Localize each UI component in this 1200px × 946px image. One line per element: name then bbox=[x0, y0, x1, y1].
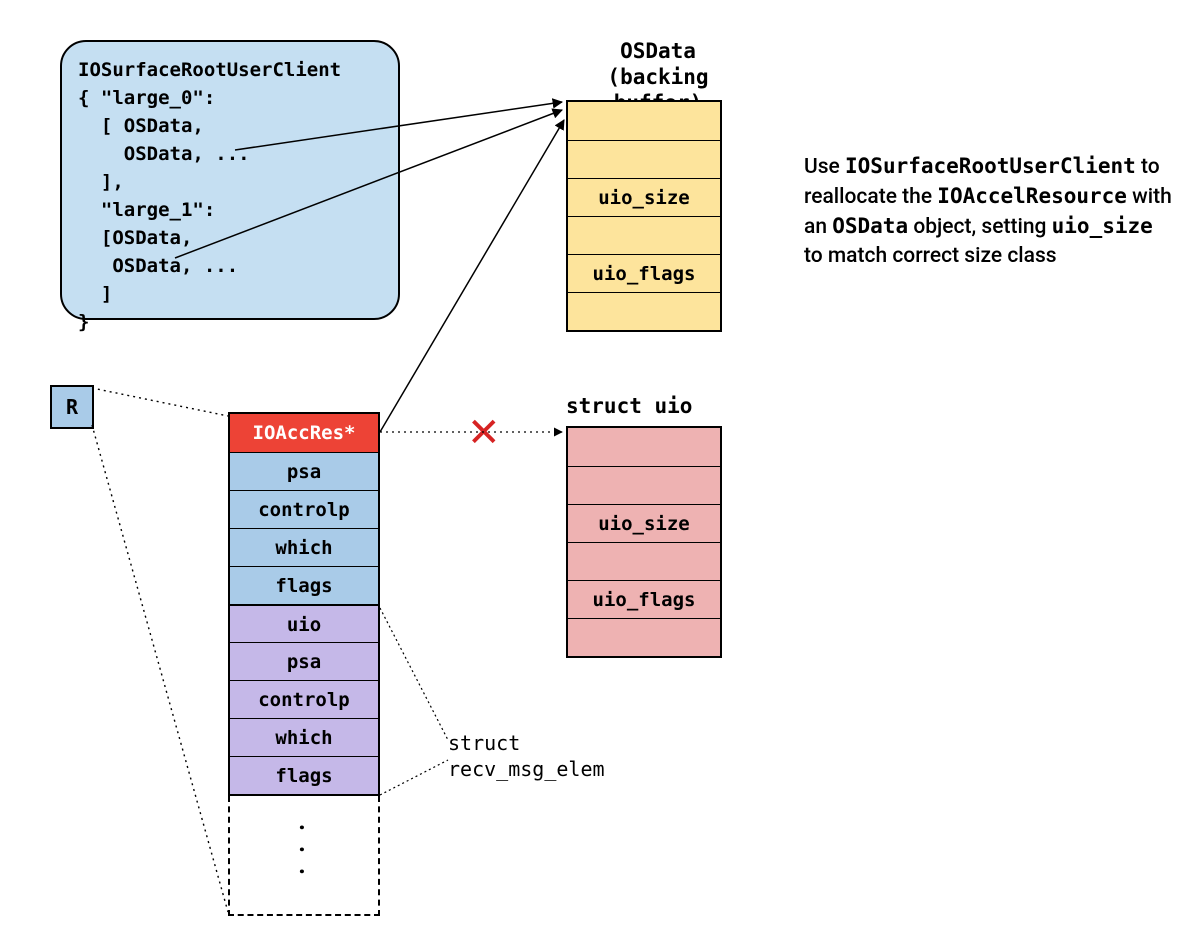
code-line: ] bbox=[78, 283, 112, 305]
code-line: } bbox=[78, 311, 89, 333]
osdata-block: uio_size uio_flags bbox=[566, 100, 722, 332]
osdata-cell bbox=[568, 102, 720, 140]
uio-cell-uio-flags: uio_flags bbox=[568, 580, 720, 618]
explain-code: OSData bbox=[832, 214, 908, 238]
stack-cell-controlp-2: controlp bbox=[230, 680, 378, 718]
stack-cell-which-2: which bbox=[230, 718, 378, 756]
uio-cell-uio-size: uio_size bbox=[568, 504, 720, 542]
stack-cell-uio: uio bbox=[230, 604, 378, 642]
uio-cell bbox=[568, 466, 720, 504]
code-line: "large_1": bbox=[78, 199, 215, 221]
code-line: ], bbox=[78, 171, 124, 193]
iosurface-code-block: IOSurfaceRootUserClient { "large_0": [ O… bbox=[60, 40, 400, 320]
uio-cell bbox=[568, 428, 720, 466]
recv-label-line1: struct bbox=[448, 731, 520, 755]
explain-code: IOAccelResource bbox=[937, 184, 1127, 208]
explain-text: to match correct size class bbox=[804, 244, 1057, 268]
explain-code: uio_size bbox=[1052, 214, 1153, 238]
red-x-icon: ✕ bbox=[467, 409, 501, 456]
uio-cell bbox=[568, 542, 720, 580]
osdata-cell-uio-size: uio_size bbox=[568, 178, 720, 216]
osdata-cell bbox=[568, 292, 720, 330]
r-box: R bbox=[50, 385, 94, 429]
explanation-text: Use IOSurfaceRootUserClient to reallocat… bbox=[804, 152, 1174, 271]
stack-cell-which: which bbox=[230, 528, 378, 566]
code-line: { "large_0": bbox=[78, 87, 215, 109]
recv-msg-elem-label: struct recv_msg_elem bbox=[448, 730, 605, 782]
explain-text: object, setting bbox=[908, 215, 1052, 239]
stack-cell-psa: psa bbox=[230, 452, 378, 490]
osdata-cell bbox=[568, 140, 720, 178]
stack-cell-flags: flags bbox=[230, 566, 378, 604]
struct-uio-block: uio_size uio_flags bbox=[566, 426, 722, 658]
code-line: [OSData, bbox=[78, 227, 192, 249]
explain-code: IOSurfaceRootUserClient bbox=[845, 154, 1136, 178]
stack-cell-controlp: controlp bbox=[230, 490, 378, 528]
code-line: [ OSData, bbox=[78, 115, 204, 137]
explain-text: Use bbox=[804, 155, 845, 179]
osdata-cell-uio-flags: uio_flags bbox=[568, 254, 720, 292]
code-line: OSData, ... bbox=[78, 143, 250, 165]
struct-uio-title: struct uio bbox=[566, 394, 766, 418]
code-line: IOSurfaceRootUserClient bbox=[78, 59, 341, 81]
stack-cell-psa-2: psa bbox=[230, 642, 378, 680]
osdata-cell bbox=[568, 216, 720, 254]
osdata-title-line1: OSData bbox=[620, 39, 696, 63]
stack-cell-ioaccres: IOAccRes* bbox=[230, 414, 378, 452]
stack-continuation: ... bbox=[228, 796, 380, 916]
uio-cell bbox=[568, 618, 720, 656]
recv-stack: IOAccRes* psa controlp which flags uio p… bbox=[228, 412, 380, 796]
stack-cell-flags-2: flags bbox=[230, 756, 378, 794]
recv-label-line2: recv_msg_elem bbox=[448, 757, 605, 781]
code-line: OSData, ... bbox=[78, 255, 238, 277]
